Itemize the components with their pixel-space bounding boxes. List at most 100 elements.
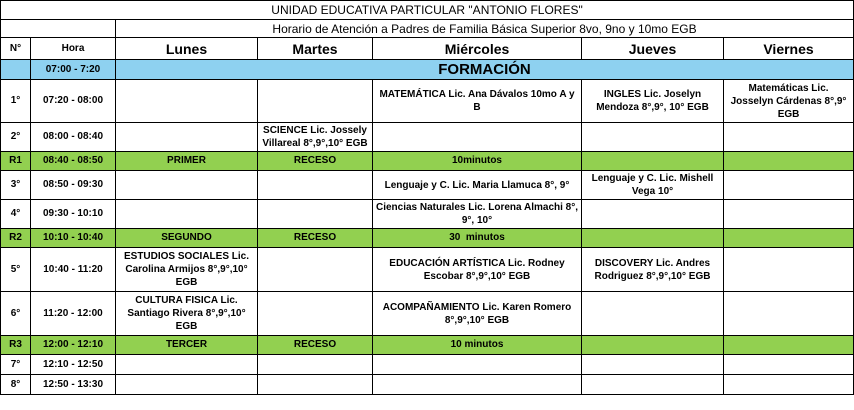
cell-jueves: INGLES Lic. Joselyn Mendoza 8°,9°, 10° E… xyxy=(581,79,724,123)
cell-lunes xyxy=(115,122,258,152)
cell-lunes: SEGUNDO xyxy=(115,228,258,248)
formacion-num xyxy=(0,59,31,80)
cell-jueves xyxy=(581,335,724,355)
cell-miercoles: 30 minutos xyxy=(372,228,582,248)
table-row: 8° 12:50 - 13:30 xyxy=(0,374,854,395)
row-num: R3 xyxy=(0,335,31,355)
table-row: R2 10:10 - 10:40 SEGUNDO RECESO 30 minut… xyxy=(0,228,854,248)
cell-martes xyxy=(257,354,373,375)
cell-viernes xyxy=(722,199,854,229)
cell-miercoles: ACOMPAÑAMIENTO Lic. Karen Romero 8°,9°,1… xyxy=(372,291,582,336)
cell-viernes xyxy=(722,247,854,292)
row-num: 8° xyxy=(0,374,31,395)
table-row: 6° 11:20 - 12:00 CULTURA FISICA Lic. San… xyxy=(0,291,854,336)
cell-lunes: ESTUDIOS SOCIALES Lic. Carolina Armijos … xyxy=(115,247,258,292)
cell-jueves xyxy=(581,354,724,375)
row-time: 12:00 - 12:10 xyxy=(30,335,116,355)
row-time: 10:40 - 11:20 xyxy=(30,247,116,292)
row-time: 11:20 - 12:00 xyxy=(30,291,116,336)
cell-miercoles: 10minutos xyxy=(372,151,582,171)
blank-cell xyxy=(0,19,116,38)
cell-martes: SCIENCE Lic. Jossely Villareal 8°,9°,10°… xyxy=(257,122,373,152)
cell-martes xyxy=(257,374,373,395)
col-miercoles: Miércoles xyxy=(372,37,582,60)
cell-martes: RECESO xyxy=(257,228,373,248)
cell-martes xyxy=(257,291,373,336)
cell-viernes xyxy=(722,291,854,336)
table-row: 1° 07:20 - 08:00 MATEMÁTICA Lic. Ana Dáv… xyxy=(0,79,854,123)
formacion-label: FORMACIÓN xyxy=(114,59,854,80)
row-num: 4° xyxy=(0,199,31,229)
formacion-time: 07:00 - 7:20 xyxy=(30,59,116,80)
cell-lunes xyxy=(115,374,258,395)
cell-viernes xyxy=(722,122,854,152)
row-time: 12:50 - 13:30 xyxy=(30,374,116,395)
table-row: R3 12:00 - 12:10 TERCER RECESO 10 minuto… xyxy=(0,335,854,355)
cell-jueves xyxy=(581,291,724,336)
col-martes: Martes xyxy=(257,37,373,60)
row-num: 7° xyxy=(0,354,31,375)
cell-lunes: CULTURA FISICA Lic. Santiago Rivera 8°,9… xyxy=(115,291,258,336)
row-num: 6° xyxy=(0,291,31,336)
cell-miercoles xyxy=(372,374,582,395)
schedule-table: UNIDAD EDUCATIVA PARTICULAR "ANTONIO FLO… xyxy=(0,0,854,395)
col-num: N° xyxy=(0,37,31,60)
table-row: 2° 08:00 - 08:40 SCIENCE Lic. Jossely Vi… xyxy=(0,122,854,152)
cell-lunes xyxy=(115,354,258,375)
row-time: 07:20 - 08:00 xyxy=(30,79,116,123)
cell-martes xyxy=(257,79,373,123)
table-row: R1 08:40 - 08:50 PRIMER RECESO 10minutos xyxy=(0,151,854,171)
cell-miercoles: Lenguaje y C. Lic. Maria Llamuca 8°, 9° xyxy=(372,170,582,200)
cell-miercoles: 10 minutos xyxy=(372,335,582,355)
schedule-subtitle: Horario de Atención a Padres de Familia … xyxy=(114,19,854,38)
cell-miercoles xyxy=(372,122,582,152)
cell-lunes xyxy=(115,170,258,200)
row-time: 09:30 - 10:10 xyxy=(30,199,116,229)
cell-miercoles xyxy=(372,354,582,375)
cell-martes xyxy=(257,247,373,292)
schedule-sheet: UNIDAD EDUCATIVA PARTICULAR "ANTONIO FLO… xyxy=(0,0,854,410)
cell-miercoles: MATEMÁTICA Lic. Ana Dávalos 10mo A y B xyxy=(372,79,582,123)
cell-lunes: PRIMER xyxy=(115,151,258,171)
cell-miercoles: Ciencias Naturales Lic. Lorena Almachi 8… xyxy=(372,199,582,229)
cell-martes: RECESO xyxy=(257,335,373,355)
school-title: UNIDAD EDUCATIVA PARTICULAR "ANTONIO FLO… xyxy=(0,0,854,20)
col-hora: Hora xyxy=(30,37,116,60)
row-time: 12:10 - 12:50 xyxy=(30,354,116,375)
cell-lunes: TERCER xyxy=(115,335,258,355)
cell-viernes xyxy=(722,354,854,375)
row-num: 2° xyxy=(0,122,31,152)
col-lunes: Lunes xyxy=(115,37,258,60)
row-time: 08:40 - 08:50 xyxy=(30,151,116,171)
cell-jueves xyxy=(581,199,724,229)
cell-viernes xyxy=(722,170,854,200)
cell-viernes: Matemáticas Lic. Josselyn Cárdenas 8°,9°… xyxy=(722,79,854,123)
cell-jueves xyxy=(581,228,724,248)
table-row: 3° 08:50 - 09:30 Lenguaje y C. Lic. Mari… xyxy=(0,170,854,200)
cell-martes xyxy=(257,170,373,200)
row-time: 08:00 - 08:40 xyxy=(30,122,116,152)
cell-jueves: DISCOVERY Lic. Andres Rodriguez 8°,9°,10… xyxy=(581,247,724,292)
cell-lunes xyxy=(115,199,258,229)
col-viernes: Viernes xyxy=(722,37,854,60)
cell-lunes xyxy=(115,79,258,123)
table-row: 7° 12:10 - 12:50 xyxy=(0,354,854,375)
cell-jueves xyxy=(581,374,724,395)
cell-viernes xyxy=(722,335,854,355)
table-row: 5° 10:40 - 11:20 ESTUDIOS SOCIALES Lic. … xyxy=(0,247,854,292)
cell-martes xyxy=(257,199,373,229)
cell-viernes xyxy=(722,151,854,171)
row-num: 3° xyxy=(0,170,31,200)
row-time: 08:50 - 09:30 xyxy=(30,170,116,200)
row-time: 10:10 - 10:40 xyxy=(30,228,116,248)
row-num: 1° xyxy=(0,79,31,123)
cell-jueves xyxy=(581,122,724,152)
row-num: R2 xyxy=(0,228,31,248)
table-row: 4° 09:30 - 10:10 Ciencias Naturales Lic.… xyxy=(0,199,854,229)
cell-martes: RECESO xyxy=(257,151,373,171)
cell-jueves: Lenguaje y C. Lic. Mishell Vega 10° xyxy=(581,170,724,200)
cell-jueves xyxy=(581,151,724,171)
col-jueves: Jueves xyxy=(581,37,724,60)
row-num: 5° xyxy=(0,247,31,292)
row-num: R1 xyxy=(0,151,31,171)
